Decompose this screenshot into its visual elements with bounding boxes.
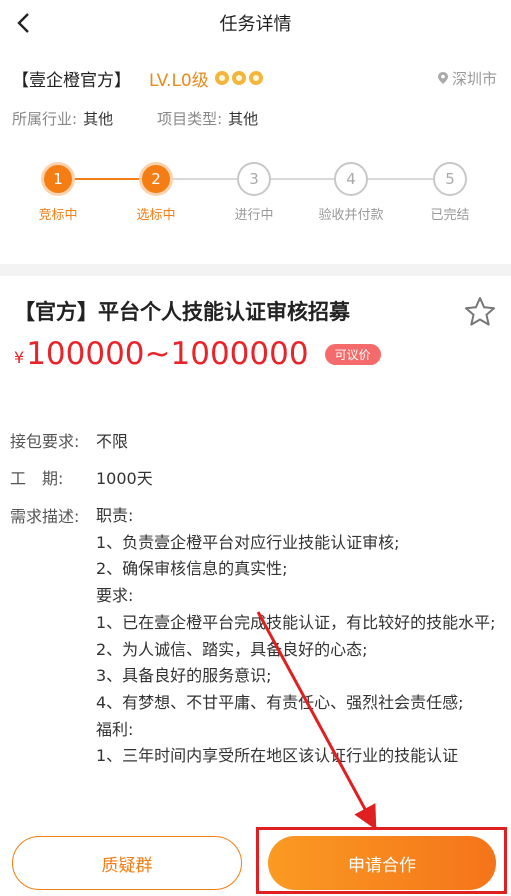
contract-requirement-row: 接包要求: 不限: [10, 428, 128, 452]
location-text: 深圳市: [451, 69, 497, 88]
description-line: 3、具备良好的服务意识;: [96, 666, 272, 686]
negotiable-badge: 可议价: [324, 343, 381, 365]
chevron-left-icon: [17, 13, 29, 33]
step-4: 4 验收并付款: [311, 160, 391, 223]
price-range: 100000~1000000: [26, 336, 309, 372]
description-line: 1、三年时间内享受所在地区该认证行业的技能认证: [96, 746, 459, 766]
description-line: 1、已在壹企橙平台完成技能认证，有比较好的技能水平;: [96, 612, 496, 632]
company-name: 【壹企橙官方】: [12, 70, 131, 91]
step-circle: 4: [334, 162, 368, 196]
industry-value: 其他: [83, 110, 114, 128]
step-circle: 2: [139, 162, 173, 196]
description-label: 需求描述:: [10, 507, 80, 526]
description-text: 职责: 1、负责壹企橙平台对应行业技能认证审核; 2、确保审核信息的真实性; 要…: [96, 503, 496, 770]
company-row: 【壹企橙官方】 LV.L0级 深圳市: [12, 63, 497, 93]
favorite-button[interactable]: [463, 295, 497, 329]
step-label: 验收并付款: [318, 208, 384, 223]
task-title: 【官方】平台个人技能认证审核招募: [14, 300, 350, 324]
step-label: 竞标中: [38, 208, 78, 223]
step-label: 进行中: [234, 208, 274, 223]
question-group-button[interactable]: 质疑群: [12, 836, 242, 890]
crown-icon: [231, 71, 246, 85]
star-icon: [465, 297, 495, 326]
highlight-box: [256, 827, 507, 894]
location: 深圳市: [437, 68, 497, 89]
period-row: 工 期: 1000天: [10, 465, 153, 489]
step-circle: 1: [41, 162, 75, 196]
industry-label: 所属行业:: [12, 110, 78, 128]
project-type-value: 其他: [228, 110, 259, 128]
page-title: 任务详情: [219, 14, 292, 35]
step-5: 5 已完结: [410, 160, 490, 223]
crown-icons: [214, 71, 266, 85]
level-badge: LV.L0级: [149, 70, 209, 91]
step-3: 3 进行中: [214, 160, 294, 223]
progress-steps: 1 竞标中 2 选标中 3 进行中 4 验收并付款 5 已完结: [0, 160, 511, 230]
step-circle: 3: [237, 162, 271, 196]
step-label: 选标中: [136, 208, 176, 223]
contract-value: 不限: [96, 432, 129, 451]
location-pin-icon: [437, 72, 448, 84]
step-label: 已完结: [430, 208, 470, 223]
currency-symbol: ¥: [14, 347, 25, 367]
step-circle: 5: [433, 162, 467, 196]
section-divider: [0, 264, 511, 276]
step-2: 2 选标中: [116, 160, 196, 223]
project-type-label: 项目类型:: [157, 110, 223, 128]
description-line: 1、负责壹企橙平台对应行业技能认证审核;: [96, 532, 400, 552]
back-button[interactable]: [6, 6, 40, 40]
price-row: ¥ 100000~1000000 可议价: [14, 336, 381, 372]
description-line: 2、确保审核信息的真实性;: [96, 559, 288, 579]
description-line: 2、为人诚信、踏实，具备良好的心态;: [96, 639, 368, 659]
description-line: 福利:: [96, 719, 134, 739]
period-value: 1000天: [96, 469, 153, 488]
navbar: 任务详情: [0, 0, 511, 46]
description-line: 职责:: [96, 506, 134, 525]
crown-icon: [248, 71, 263, 85]
description-line: 4、有梦想、不甘平庸、有责任心、强烈社会责任感;: [96, 692, 464, 712]
contract-label: 接包要求:: [10, 432, 80, 451]
crown-icon: [214, 71, 229, 85]
meta-row: 所属行业: 其他 项目类型: 其他: [12, 108, 258, 129]
description-line: 要求:: [96, 586, 134, 606]
period-label: 工 期:: [10, 469, 64, 488]
step-1: 1 竞标中: [18, 160, 98, 223]
